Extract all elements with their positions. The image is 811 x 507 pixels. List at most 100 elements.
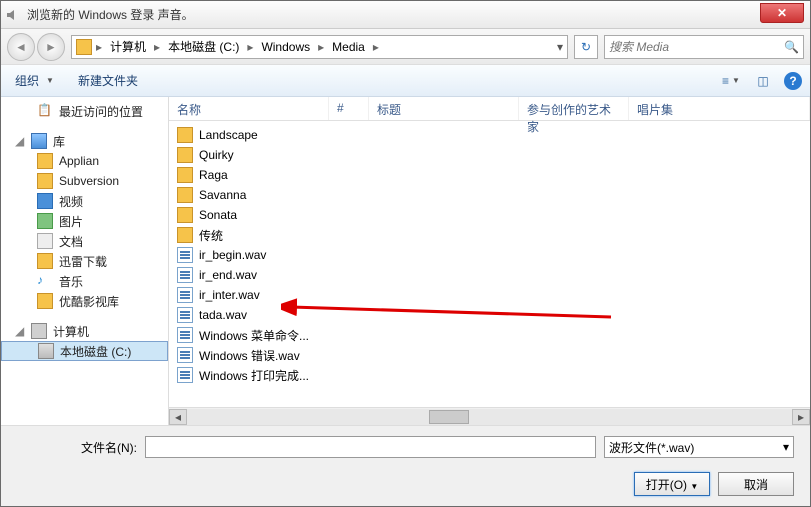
file-name: ir_end.wav (199, 268, 257, 282)
file-row[interactable]: Landscape (169, 125, 810, 145)
sidebar-item-libraries[interactable]: ◢库 (1, 131, 168, 151)
col-number[interactable]: # (329, 97, 369, 120)
file-name: Windows 菜单命令... (199, 327, 309, 344)
new-folder-button[interactable]: 新建文件夹 (72, 68, 144, 93)
file-row[interactable]: ir_inter.wav (169, 285, 810, 305)
download-icon (37, 253, 53, 269)
file-row[interactable]: Raga (169, 165, 810, 185)
drive-icon (76, 39, 92, 55)
scroll-left[interactable]: ◂ (169, 409, 187, 425)
open-button[interactable]: 打开(O) ▼ (634, 472, 710, 496)
wav-icon (177, 327, 193, 343)
chevron-down-icon: ▼ (46, 76, 54, 85)
arrow-icon: ◢ (15, 324, 25, 338)
organize-button[interactable]: 组织▼ (9, 68, 60, 93)
back-button[interactable]: ◄ (7, 33, 35, 61)
wav-icon (177, 267, 193, 283)
file-row[interactable]: ir_end.wav (169, 265, 810, 285)
sidebar-item-documents[interactable]: 文档 (1, 231, 168, 251)
file-name: Raga (199, 168, 228, 182)
chevron-right-icon: ▸ (152, 40, 162, 54)
file-list: 名称 # 标题 参与创作的艺术家 唱片集 Landscape Quirky Raga… (169, 97, 810, 425)
sidebar-item-pictures[interactable]: 图片 (1, 211, 168, 231)
forward-button[interactable]: ► (37, 33, 65, 61)
sidebar-item-music[interactable]: 音乐 (1, 271, 168, 291)
preview-pane-button[interactable]: ◫ (752, 71, 774, 91)
close-button[interactable]: ✕ (760, 3, 804, 23)
h-scrollbar[interactable]: ◂ ▸ (169, 407, 810, 425)
scroll-right[interactable]: ▸ (792, 409, 810, 425)
column-headers: 名称 # 标题 参与创作的艺术家 唱片集 (169, 97, 810, 121)
chevron-down-icon[interactable]: ▾ (557, 40, 563, 54)
file-row[interactable]: Windows 错误.wav (169, 345, 810, 365)
file-row[interactable]: Windows 菜单命令... (169, 325, 810, 345)
bc-computer[interactable]: 计算机 (106, 36, 150, 57)
file-row[interactable]: 传统 (169, 225, 810, 245)
folder-icon (177, 207, 193, 223)
window-title: 浏览新的 Windows 登录 声音。 (27, 6, 194, 23)
file-name: Savanna (199, 188, 246, 202)
sidebar-item-subversion[interactable]: Subversion (1, 171, 168, 191)
file-name: Windows 错误.wav (199, 347, 300, 364)
titlebar: 浏览新的 Windows 登录 声音。 ✕ (1, 1, 810, 29)
disk-icon (38, 343, 54, 359)
cancel-button[interactable]: 取消 (718, 472, 794, 496)
file-row[interactable]: tada.wav (169, 305, 810, 325)
sidebar-item-videos[interactable]: 视频 (1, 191, 168, 211)
wav-icon (177, 367, 193, 383)
col-title[interactable]: 标题 (369, 97, 519, 120)
sidebar-item-youku[interactable]: 优酷影视库 (1, 291, 168, 311)
view-button[interactable]: ≡▼ (720, 71, 742, 91)
wav-icon (177, 307, 193, 323)
document-icon (37, 233, 53, 249)
sidebar-item-downloads[interactable]: 迅雷下载 (1, 251, 168, 271)
chevron-right-icon: ▸ (316, 40, 326, 54)
chevron-right-icon: ▸ (94, 40, 104, 54)
file-row[interactable]: ir_begin.wav (169, 245, 810, 265)
folder-icon (177, 187, 193, 203)
folder-icon (177, 167, 193, 183)
refresh-button[interactable]: ↻ (574, 35, 598, 59)
wav-icon (177, 287, 193, 303)
file-row[interactable]: Savanna (169, 185, 810, 205)
recent-icon: 📋 (37, 103, 53, 119)
search-icon[interactable]: 🔍 (784, 40, 799, 54)
picture-icon (37, 213, 53, 229)
chevron-right-icon: ▸ (371, 40, 381, 54)
file-name: Quirky (199, 148, 234, 162)
chevron-right-icon: ▸ (245, 40, 255, 54)
folder-icon (177, 127, 193, 143)
file-name: tada.wav (199, 308, 247, 322)
col-name[interactable]: 名称 (169, 97, 329, 120)
toolbar: 组织▼ 新建文件夹 ≡▼ ◫ ? (1, 65, 810, 97)
file-name: Landscape (199, 128, 258, 142)
help-button[interactable]: ? (784, 72, 802, 90)
scroll-thumb[interactable] (429, 410, 469, 424)
sidebar-item-applian[interactable]: Applian (1, 151, 168, 171)
folder-icon (37, 293, 53, 309)
folder-icon (177, 227, 193, 243)
filename-input[interactable] (145, 436, 596, 458)
sidebar-item-recent[interactable]: 📋最近访问的位置 (1, 101, 168, 121)
file-row[interactable]: Windows 打印完成... (169, 365, 810, 385)
breadcrumb[interactable]: ▸ 计算机 ▸ 本地磁盘 (C:) ▸ Windows ▸ Media ▸ ▾ (71, 35, 568, 59)
col-artists[interactable]: 参与创作的艺术家 (519, 97, 629, 120)
sidebar: 📋最近访问的位置 ◢库 Applian Subversion 视频 图片 文档 … (1, 97, 169, 425)
col-album[interactable]: 唱片集 (629, 97, 810, 120)
file-row[interactable]: Sonata (169, 205, 810, 225)
search-box[interactable]: 🔍 (604, 35, 804, 59)
bc-disk[interactable]: 本地磁盘 (C:) (164, 36, 243, 57)
search-input[interactable] (609, 40, 784, 54)
file-name: ir_inter.wav (199, 288, 260, 302)
sidebar-item-local-disk[interactable]: 本地磁盘 (C:) (1, 341, 168, 361)
video-icon (37, 193, 53, 209)
wav-icon (177, 347, 193, 363)
dialog-footer: 文件名(N): 波形文件(*.wav)▾ 打开(O) ▼ 取消 (1, 425, 810, 506)
chevron-down-icon: ▾ (783, 440, 789, 454)
bc-windows[interactable]: Windows (257, 38, 314, 56)
folder-icon (37, 153, 53, 169)
file-row[interactable]: Quirky (169, 145, 810, 165)
filetype-select[interactable]: 波形文件(*.wav)▾ (604, 436, 794, 458)
bc-media[interactable]: Media (328, 38, 369, 56)
sidebar-item-computer[interactable]: ◢计算机 (1, 321, 168, 341)
